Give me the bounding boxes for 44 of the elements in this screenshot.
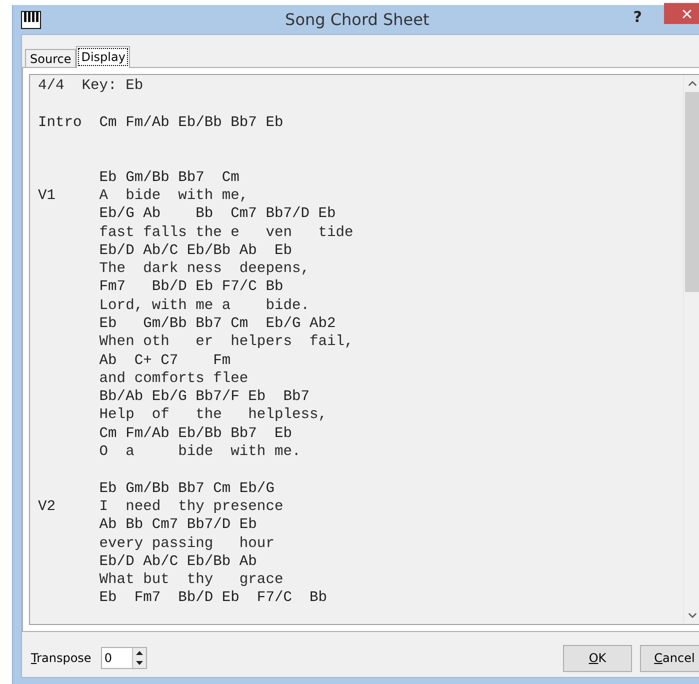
scroll-thumb[interactable] — [685, 92, 699, 292]
section-label: V2 — [38, 498, 57, 515]
lyric-line: O a bide with me. — [99, 444, 301, 460]
lyric-line: fast falls the e ven tide — [99, 224, 354, 241]
close-button[interactable] — [664, 3, 699, 24]
help-button[interactable]: ? — [633, 8, 642, 26]
piano-icon — [21, 10, 41, 28]
chord-line: Eb/D Ab/C Eb/Bb Ab — [99, 554, 257, 570]
lyric-line: I need thy presence — [99, 498, 284, 515]
section-label: V1 — [38, 188, 57, 204]
cancel-button[interactable]: Cancel — [640, 644, 699, 672]
transpose-spinbox[interactable]: 0 — [101, 647, 148, 669]
tab[interactable]: Display — [76, 46, 130, 68]
chord-line: Cm Fm/Ab Eb/Bb Bb7 Eb — [99, 114, 284, 131]
lyric-line: What but thy grace — [99, 572, 284, 588]
sheet-header: 4/4 Key: Eb — [38, 78, 144, 94]
lyric-line: and comforts flee — [99, 370, 248, 387]
chord-line: Eb Gm/Bb Bb7 Cm Eb/G Ab2 — [99, 316, 336, 332]
lyric-line: Lord, with me a bide. — [99, 298, 310, 314]
spin-down-button[interactable] — [133, 658, 146, 668]
chord-line: Eb/D Ab/C Eb/Bb Ab Eb — [99, 242, 292, 259]
section-label: Intro — [38, 114, 83, 131]
chord-line: Ab C+ C7 Fm — [99, 352, 231, 369]
lyric-line: Help of the helpless, — [99, 407, 327, 424]
chord-line: Cm Fm/Ab Eb/Bb Bb7 Eb — [99, 426, 292, 442]
tab[interactable]: Source — [25, 49, 76, 67]
chord-line: Ab Bb Cm7 Bb7/D Eb — [99, 517, 257, 534]
up-triangle-icon — [136, 651, 144, 655]
lyric-line: every passing hour — [99, 536, 274, 552]
spin-up-button[interactable] — [133, 648, 146, 658]
transpose-label: Transpose — [31, 651, 92, 665]
lyric-line: When oth er helpers fail, — [99, 334, 354, 350]
ok-button[interactable]: OK — [563, 644, 632, 672]
chord-line: Eb Fm7 Bb/D Eb F7/C Bb — [99, 590, 327, 606]
chord-line: Bb/Ab Eb/G Bb7/F Eb Bb7 — [99, 389, 310, 406]
chord-line: Eb Gm/Bb Bb7 Cm Eb/G — [99, 480, 274, 497]
down-triangle-icon — [136, 661, 144, 665]
lyric-line: A bide with me, — [99, 188, 248, 204]
lyric-line: The dark ness deepens, — [99, 261, 310, 278]
chord-line: Eb/G Ab Bb Cm7 Bb7/D Eb — [99, 206, 336, 222]
chord-line: Eb Gm/Bb Bb7 Cm — [99, 170, 240, 186]
scrollbar[interactable] — [683, 75, 699, 624]
chord-line: Fm7 Bb/D Eb F7/C Bb — [99, 279, 284, 296]
window-title: Song Chord Sheet — [284, 10, 430, 29]
